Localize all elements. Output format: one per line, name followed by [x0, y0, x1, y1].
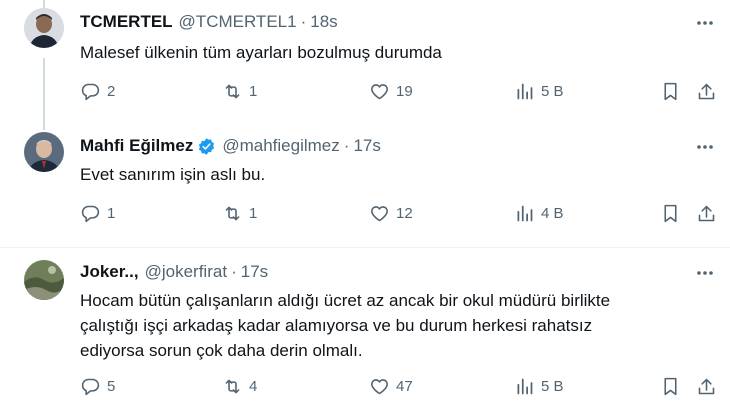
tweet[interactable]: Joker.., @jokerfirat · 17s Hocam bütün ç…: [0, 248, 730, 420]
tweet-time[interactable]: 17s: [241, 262, 268, 282]
author-handle[interactable]: @jokerfirat: [145, 262, 227, 282]
like-icon: [371, 379, 388, 395]
more-options-button[interactable]: [694, 262, 716, 284]
views-count: 4 B: [541, 205, 564, 222]
separator-dot: ·: [300, 12, 307, 31]
more-icon: [697, 271, 713, 275]
tweet-header: Joker.., @jokerfirat · 17s: [80, 262, 268, 282]
tweet[interactable]: Mahfi Eğilmez @mahfiegilmez · 17s Evet s…: [0, 120, 730, 247]
retweet-count: 4: [249, 378, 258, 395]
reply-count: 2: [107, 83, 116, 100]
like-icon: [371, 84, 388, 100]
like-icon: [371, 206, 388, 222]
tweet-actions: 1 1 12 4 B: [80, 203, 720, 229]
retweet-count: 1: [249, 83, 258, 100]
retweet-count: 1: [249, 205, 258, 222]
retweet-icon: [225, 379, 240, 394]
views-button[interactable]: 5 B: [514, 376, 564, 397]
separator-dot: ·: [231, 262, 237, 281]
tweet-time[interactable]: 17s: [353, 136, 380, 156]
bookmark-icon: [664, 204, 677, 223]
retweet-button[interactable]: 1: [222, 81, 257, 102]
more-icon: [697, 21, 713, 25]
verified-badge-icon: [199, 137, 215, 155]
retweet-icon: [225, 84, 240, 99]
tweet-text: Evet sanırım işin aslı bu.: [80, 165, 266, 184]
author-name[interactable]: Joker..,: [80, 262, 139, 282]
author-handle[interactable]: @TCMERTEL1: [179, 12, 297, 32]
avatar[interactable]: [24, 260, 64, 300]
share-button[interactable]: [696, 203, 717, 224]
views-icon: [517, 378, 533, 395]
share-button[interactable]: [696, 81, 717, 102]
author-name[interactable]: Mahfi Eğilmez: [80, 136, 193, 156]
tweet-text: Hocam bütün çalışanların aldığı ücret az…: [80, 291, 611, 360]
avatar[interactable]: [24, 8, 64, 48]
bookmark-button[interactable]: [660, 203, 681, 224]
retweet-icon: [225, 206, 240, 221]
reply-button[interactable]: 1: [80, 203, 115, 224]
like-button[interactable]: 47: [369, 376, 413, 397]
like-count: 19: [396, 83, 413, 100]
views-button[interactable]: 5 B: [514, 81, 564, 102]
more-icon: [697, 145, 713, 149]
share-icon: [698, 378, 715, 395]
retweet-button[interactable]: 4: [222, 376, 257, 397]
reply-button[interactable]: 5: [80, 376, 115, 397]
share-icon: [698, 205, 715, 222]
tweet-actions: 2 1 19 5 B: [80, 81, 720, 107]
reply-icon: [81, 378, 100, 396]
tweet-header: TCMERTEL @TCMERTEL1 · 18s: [80, 12, 338, 32]
more-options-button[interactable]: [694, 12, 716, 34]
like-button[interactable]: 19: [369, 81, 413, 102]
bookmark-icon: [664, 377, 677, 396]
reply-icon: [81, 205, 100, 223]
share-icon: [698, 83, 715, 100]
more-options-button[interactable]: [694, 136, 716, 158]
views-icon: [517, 83, 533, 100]
reply-count: 1: [107, 205, 116, 222]
reply-icon: [81, 83, 100, 101]
bookmark-icon: [664, 82, 677, 101]
tweet-actions: 5 4 47 5 B: [80, 376, 720, 402]
retweet-button[interactable]: 1: [222, 203, 257, 224]
author-name[interactable]: TCMERTEL: [80, 12, 173, 32]
like-button[interactable]: 12: [369, 203, 413, 224]
tweet-text: Malesef ülkenin tüm ayarları bozulmuş du…: [80, 43, 442, 62]
tweet-time[interactable]: 18s: [310, 12, 337, 32]
views-icon: [517, 205, 533, 222]
like-count: 12: [396, 205, 413, 222]
views-button[interactable]: 4 B: [514, 203, 564, 224]
separator-dot: ·: [343, 136, 350, 155]
tweet[interactable]: TCMERTEL @TCMERTEL1 · 18s Malesef ülkeni…: [0, 0, 730, 120]
reply-button[interactable]: 2: [80, 81, 115, 102]
reply-count: 5: [107, 378, 116, 395]
like-count: 47: [396, 378, 413, 395]
bookmark-button[interactable]: [660, 376, 681, 397]
tweet-header: Mahfi Eğilmez @mahfiegilmez · 17s: [80, 136, 381, 156]
views-count: 5 B: [541, 378, 564, 395]
share-button[interactable]: [696, 376, 717, 397]
author-handle[interactable]: @mahfiegilmez: [222, 136, 339, 156]
avatar[interactable]: [24, 132, 64, 172]
bookmark-button[interactable]: [660, 81, 681, 102]
views-count: 5 B: [541, 83, 564, 100]
